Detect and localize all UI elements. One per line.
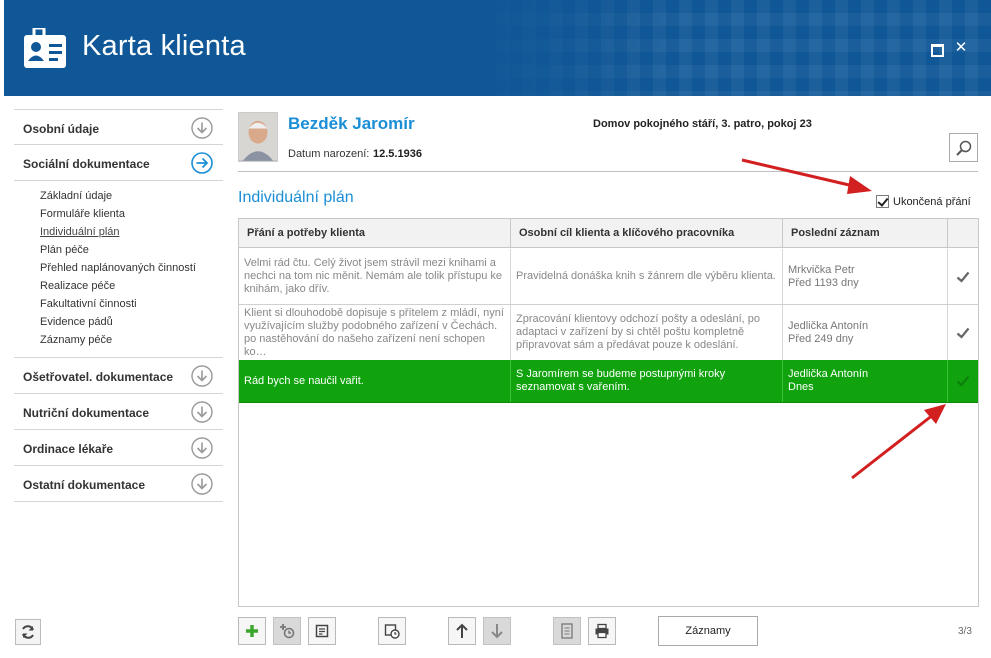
sidebar-section-label: Nutriční dokumentace	[23, 406, 150, 420]
chevron-down-circle-icon	[191, 365, 213, 387]
cell-last-record: Jedlička Antonín Před 249 dny	[783, 305, 948, 360]
last-record-name: Jedlička Antonín	[788, 319, 869, 332]
client-photo	[238, 112, 278, 162]
chevron-down-circle-icon	[191, 473, 213, 495]
client-location: Domov pokojného stáří, 3. patro, pokoj 2…	[593, 118, 812, 130]
checkmark-icon	[956, 375, 969, 387]
last-record-name: Jedlička Antonín	[788, 368, 869, 380]
window-title: Karta klienta	[82, 30, 246, 62]
cell-status	[948, 305, 978, 360]
sidebar-section-label: Osobní údaje	[23, 122, 100, 136]
last-record-time: Před 249 dny	[788, 332, 854, 345]
table-row[interactable]: Velmi rád čtu. Celý život jsem strávil m…	[239, 249, 978, 305]
sidebar-item-prehled-cinnosti[interactable]: Přehled naplánovaných činností	[40, 259, 223, 277]
sidebar-item-zakladni-udaje[interactable]: Základní údaje	[40, 187, 223, 205]
cell-wish: Klient si dlouhodobě dopisuje s přítelem…	[239, 305, 511, 360]
plus-icon	[246, 625, 258, 637]
sidebar-section-osobni-udaje[interactable]: Osobní údaje	[14, 109, 223, 145]
records-button[interactable]: Záznamy	[658, 616, 758, 646]
sidebar-section-ostatni-dokumentace[interactable]: Ostatní dokumentace	[14, 466, 223, 502]
document-icon	[561, 623, 573, 639]
sidebar: Osobní údaje Sociální dokumentace Základ…	[14, 109, 223, 502]
cell-last-record: Jedlička Antonín Dnes	[783, 360, 948, 402]
chevron-down-circle-icon	[191, 437, 213, 459]
close-button[interactable]: ✕	[954, 40, 968, 55]
birth-date-value: 12.5.1936	[373, 148, 422, 160]
arrow-down-icon	[491, 624, 503, 639]
column-header-goal[interactable]: Osobní cíl klienta a klíčového pracovník…	[511, 219, 783, 248]
move-up-button[interactable]	[448, 617, 476, 645]
refresh-icon	[22, 625, 34, 639]
sidebar-section-ordinace-lekare[interactable]: Ordinace lékaře	[14, 430, 223, 466]
cell-status	[948, 249, 978, 304]
sidebar-item-fakultativni-cinnosti[interactable]: Fakultativní činnosti	[40, 295, 223, 313]
add-button[interactable]	[238, 617, 266, 645]
last-record-time: Před 1193 dny	[788, 276, 859, 289]
cell-goal: S Jaromírem se budeme postupnými kroky s…	[511, 360, 783, 402]
maximize-button[interactable]	[929, 41, 944, 57]
sidebar-social-submenu: Základní údaje Formuláře klienta Individ…	[14, 181, 223, 358]
divider	[238, 171, 978, 172]
move-down-button[interactable]	[483, 617, 511, 645]
edit-button[interactable]	[308, 617, 336, 645]
sidebar-item-zaznamy-pece[interactable]: Záznamy péče	[40, 331, 223, 349]
window-header: Karta klienta ✕	[4, 0, 991, 96]
table-header: Přání a potřeby klienta Osobní cíl klien…	[239, 219, 978, 248]
arrow-up-icon	[456, 623, 468, 638]
annotation-arrow-checkbox	[741, 158, 872, 194]
completed-wishes-toggle[interactable]: Ukončená přání	[876, 195, 971, 208]
sidebar-section-label: Ostatní dokumentace	[23, 478, 146, 492]
plan-title: Individuální plán	[238, 189, 354, 206]
calendar-clock-icon	[384, 624, 400, 639]
birth-date-label: Datum narození:	[288, 148, 370, 160]
cell-status	[948, 360, 978, 402]
add-time-icon	[280, 624, 295, 639]
print-button[interactable]	[588, 617, 616, 645]
id-card-icon	[24, 28, 66, 68]
cell-wish: Rád bych se naučil vařit.	[239, 360, 511, 402]
sidebar-item-evidence-padu[interactable]: Evidence pádů	[40, 313, 223, 331]
printer-icon	[595, 623, 609, 639]
sidebar-section-osetrovatel-dokumentace[interactable]: Ošetřovatel. dokumentace	[14, 358, 223, 394]
plan-table: Přání a potřeby klienta Osobní cíl klien…	[238, 218, 979, 607]
cell-goal: Zpracování klientovy odchozí pošty a ode…	[511, 305, 783, 360]
table-row-selected[interactable]: Rád bych se naučil vařit. S Jaromírem se…	[239, 360, 978, 403]
schedule-button[interactable]	[378, 617, 406, 645]
column-header-wish[interactable]: Přání a potřeby klienta	[239, 219, 511, 248]
column-header-last-record[interactable]: Poslední záznam	[783, 219, 948, 248]
table-row[interactable]: Klient si dlouhodobě dopisuje s přítelem…	[239, 305, 978, 361]
sidebar-item-plan-pece[interactable]: Plán péče	[40, 241, 223, 259]
sidebar-item-individualni-plan[interactable]: Individuální plán	[40, 223, 223, 241]
sidebar-item-realizace-pece[interactable]: Realizace péče	[40, 277, 223, 295]
add-record-button[interactable]	[273, 617, 301, 645]
arrow-right-circle-icon	[191, 152, 213, 174]
header-pattern	[471, 0, 991, 96]
last-record-time: Dnes	[788, 381, 814, 393]
column-header-status	[948, 219, 978, 248]
client-photo-image	[239, 113, 277, 161]
document-button[interactable]	[553, 617, 581, 645]
cell-wish: Velmi rád čtu. Celý život jsem strávil m…	[239, 249, 511, 304]
sidebar-section-label: Ordinace lékaře	[23, 442, 114, 456]
checkmark-icon	[956, 271, 969, 283]
sidebar-section-label: Sociální dokumentace	[23, 157, 150, 171]
cell-last-record: Mrkvička Petr Před 1193 dny	[783, 249, 948, 304]
sidebar-item-formulare-klienta[interactable]: Formuláře klienta	[40, 205, 223, 223]
pager-indicator: 3/3	[958, 626, 972, 637]
client-name: Bezděk Jaromír	[288, 114, 415, 133]
search-icon	[955, 140, 971, 156]
checkmark-icon	[956, 327, 969, 339]
chevron-down-circle-icon	[191, 117, 213, 139]
cell-goal: Pravidelná donáška knih s žánrem dle výb…	[511, 249, 783, 304]
sidebar-section-label: Ošetřovatel. dokumentace	[23, 370, 174, 384]
chevron-down-circle-icon	[191, 401, 213, 423]
sidebar-section-nutricni-dokumentace[interactable]: Nutriční dokumentace	[14, 394, 223, 430]
sidebar-section-socialni-dokumentace[interactable]: Sociální dokumentace	[14, 145, 223, 181]
completed-wishes-checkbox[interactable]	[876, 195, 889, 208]
note-edit-icon	[315, 624, 329, 638]
refresh-button[interactable]	[15, 619, 41, 645]
search-button[interactable]	[949, 133, 978, 162]
last-record-name: Mrkvička Petr	[788, 263, 855, 276]
completed-wishes-label: Ukončená přání	[893, 195, 971, 208]
